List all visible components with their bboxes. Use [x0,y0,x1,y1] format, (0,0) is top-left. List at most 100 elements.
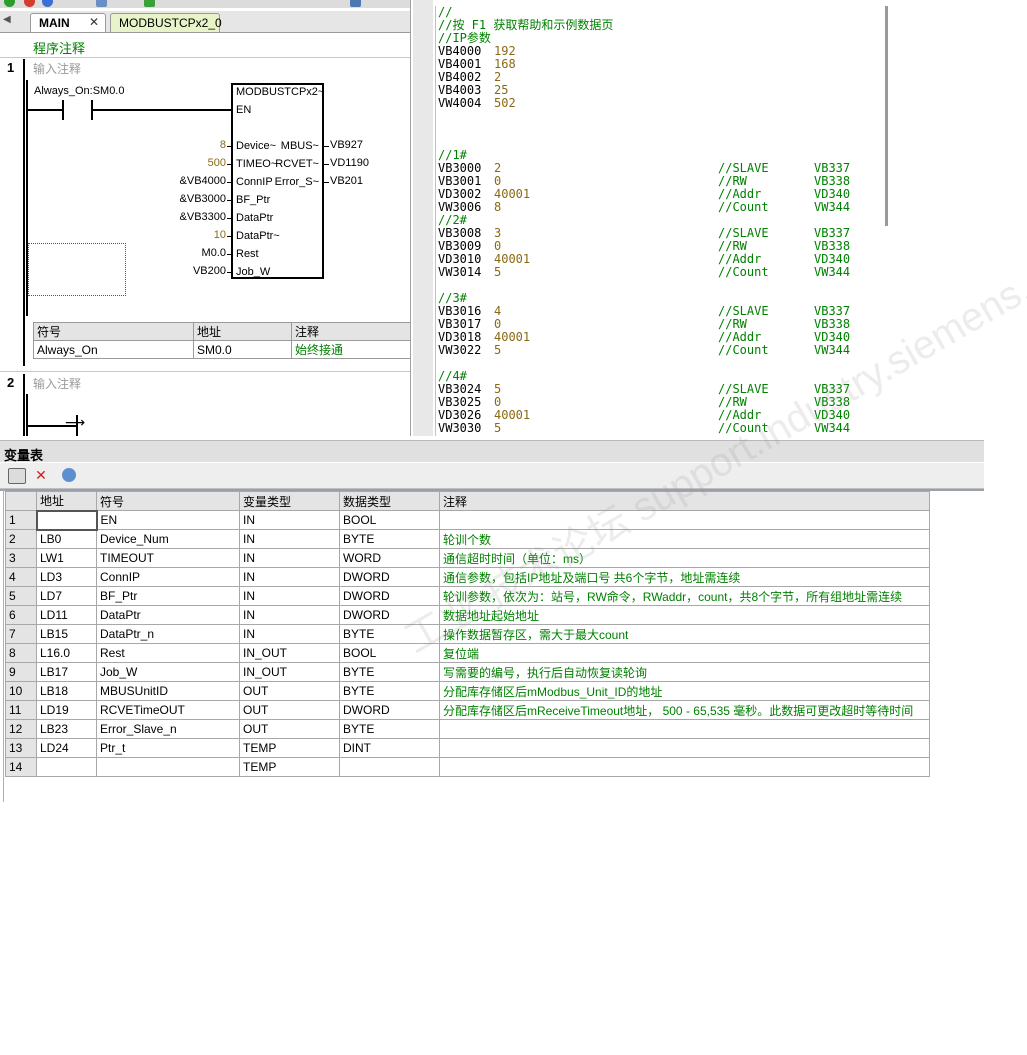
table-row[interactable]: 12 LB23 Error_Slave_n OUT BYTE [5,719,930,739]
comment-cell[interactable] [439,757,930,777]
symbol-cell[interactable]: Device_Num [96,529,240,549]
data-type-cell[interactable]: DWORD [339,586,440,606]
address-cell[interactable]: L16.0 [36,643,97,663]
comment-cell[interactable]: 轮训参数，依次为：站号，RW命令，RWaddr，count，共8个字节，所有组地… [439,586,930,606]
table-row[interactable]: 1 EN IN BOOL [5,509,930,531]
address-cell[interactable]: LD11 [36,605,97,625]
symbol-cell[interactable]: Rest [96,643,240,663]
modbustcp-function-block[interactable]: MODBUSTCPx2~ EN Device~ TIMEO~ ConnIP BF… [231,83,324,279]
symbol-cell[interactable]: RCVETimeOUT [96,700,240,720]
address-cell[interactable]: LD7 [36,586,97,606]
address-cell[interactable]: LB17 [36,662,97,682]
network-1-comment[interactable]: 输入注释 [33,60,81,77]
address-cell[interactable] [36,757,97,777]
address-cell[interactable]: LW1 [36,548,97,568]
code-area[interactable]: ////按 F1 获取帮助和示例数据页//IP参数 VB4000 192 VB4001… [435,6,885,436]
var-type-cell[interactable]: IN [239,624,340,644]
var-type-column-header[interactable]: 变量类型 [239,491,340,511]
stop-icon[interactable] [24,0,35,7]
address-cell[interactable]: LD24 [36,738,97,758]
address-cell[interactable]: LD3 [36,567,97,587]
empty-rung-placeholder[interactable] [28,243,126,296]
symbol-column-header[interactable]: 符号 [96,491,240,511]
address-cell[interactable]: LB15 [36,624,97,644]
comment-cell[interactable]: 写需要的编号，执行后自动恢复读轮询 [439,662,930,682]
input-dataptr-value[interactable]: &VB3300 [156,211,226,223]
input-bf-ptr-value[interactable]: &VB3000 [156,193,226,205]
var-type-cell[interactable]: OUT [239,719,340,739]
upload-icon[interactable] [96,0,107,7]
address-cell[interactable]: LB23 [36,719,97,739]
comment-cell[interactable] [439,510,930,530]
program-comment[interactable]: 程序注释 [33,38,85,57]
code-scrollbar[interactable] [885,6,888,226]
symbol-cell[interactable]: BF_Ptr [96,586,240,606]
data-type-cell[interactable]: BYTE [339,624,440,644]
comment-cell[interactable]: 分配库存储区后mReceiveTimeout地址， 500 - 65,535 毫… [439,700,930,720]
comment-cell[interactable] [439,719,930,739]
input-connip-value[interactable]: &VB4000 [156,175,226,187]
comment-cell[interactable]: 数据地址起始地址 [439,605,930,625]
comment-cell[interactable] [439,738,930,758]
symbol-cell[interactable]: MBUSUnitID [96,681,240,701]
comment-cell[interactable]: 轮训个数 [439,529,930,549]
symbol-cell[interactable] [96,757,240,777]
var-type-cell[interactable]: IN [239,605,340,625]
comment-cell[interactable]: 复位端 [439,643,930,663]
data-type-cell[interactable]: BYTE [339,681,440,701]
var-type-cell[interactable]: IN_OUT [239,643,340,663]
address-cell[interactable]: LB0 [36,529,97,549]
data-type-cell[interactable]: DWORD [339,567,440,587]
tab-modbustcp-subroutine[interactable]: MODBUSTCPx2_0 [110,13,222,32]
symbol-cell[interactable]: DataPtr [96,605,240,625]
network-2-comment[interactable]: 输入注释 [33,375,81,392]
input-rest-value[interactable]: M0.0 [156,247,226,259]
comment-cell[interactable]: 通信参数，包括IP地址及端口号 共6个字节，地址需连续 [439,567,930,587]
data-type-cell[interactable]: DWORD [339,700,440,720]
tab-main[interactable]: MAIN ✕ [30,13,106,32]
var-type-cell[interactable]: OUT [239,700,340,720]
var-type-cell[interactable]: IN [239,548,340,568]
address-cell[interactable]: LB18 [36,681,97,701]
table-row[interactable]: 5 LD7 BF_Ptr IN DWORD 轮训参数，依次为：站号，RW命令，RWaddr… [5,586,930,606]
table-row[interactable]: 7 LB15 DataPtr_n IN BYTE 操作数据暂存区，需大于最大count [5,624,930,644]
output-mbus-value[interactable]: VB927 [330,139,363,151]
run-icon[interactable] [42,0,53,7]
data-type-cell[interactable]: DINT [339,738,440,758]
output-error-s-value[interactable]: VB201 [330,175,363,187]
input-device-value[interactable]: 8 [156,139,226,151]
table-row[interactable]: 4 LD3 ConnIP IN DWORD 通信参数，包括IP地址及端口号 共6个字节，地… [5,567,930,587]
table-row[interactable]: 13 LD24 Ptr_t TEMP DINT [5,738,930,758]
data-type-cell[interactable] [339,757,440,777]
data-type-column-header[interactable]: 数据类型 [339,491,440,511]
symbol-cell[interactable]: TIMEOUT [96,548,240,568]
table-row[interactable]: 11 LD19 RCVETimeOUT OUT DWORD 分配库存储区后mReceive… [5,700,930,720]
insert-row-icon[interactable] [8,468,26,484]
address-cell[interactable] [35,509,98,531]
network-icon[interactable] [350,0,361,7]
var-type-cell[interactable]: TEMP [239,738,340,758]
tab-close-icon[interactable]: ✕ [89,15,99,29]
table-row[interactable]: 6 LD11 DataPtr IN DWORD 数据地址起始地址 [5,605,930,625]
symbol-cell[interactable]: Job_W [96,662,240,682]
symbol-cell[interactable]: ConnIP [96,567,240,587]
var-type-cell[interactable]: IN_OUT [239,662,340,682]
data-type-cell[interactable]: WORD [339,548,440,568]
table-row[interactable]: 14 TEMP [5,757,930,777]
symbol-cell[interactable]: Error_Slave_n [96,719,240,739]
comment-cell[interactable]: 分配库存储区后mModbus_Unit_ID的地址 [439,681,930,701]
table-row[interactable]: 3 LW1 TIMEOUT IN WORD 通信超时时间（单位：ms） [5,548,930,568]
refresh-icon[interactable] [62,468,76,482]
data-type-cell[interactable]: BOOL [339,510,440,530]
data-type-cell[interactable]: BYTE [339,719,440,739]
address-cell[interactable]: LD19 [36,700,97,720]
tab-scroll-left-icon[interactable]: ◀ [3,14,11,25]
var-type-cell[interactable]: IN [239,529,340,549]
compile-icon[interactable] [4,0,15,7]
input-dataptr-n-value[interactable]: 10 [156,229,226,241]
table-row[interactable]: 2 LB0 Device_Num IN BYTE 轮训个数 [5,529,930,549]
table-row[interactable]: Always_On SM0.0 始终接通 [33,340,410,359]
comment-column-header[interactable]: 注释 [439,491,930,511]
var-type-cell[interactable]: TEMP [239,757,340,777]
download-icon[interactable] [144,0,155,7]
